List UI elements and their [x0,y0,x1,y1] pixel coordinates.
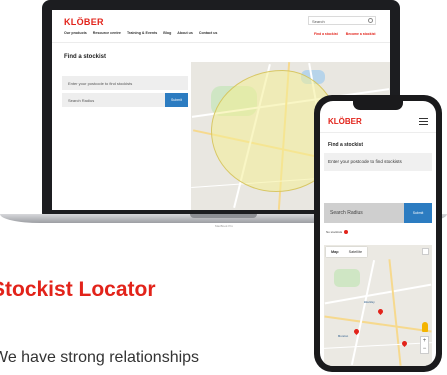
header-links: Find a stockist Become a stockist [314,32,376,36]
postcode-input[interactable]: Enter your postcode to find stockists [62,76,188,90]
phone-search-radius-select[interactable]: Search Radius [324,203,404,223]
map-type-toggle: Map Satellite [326,247,368,257]
phone-page-title: Find a stockist [328,142,364,148]
nav-item-blog[interactable]: Blog [163,31,171,35]
map-pin-icon [344,230,349,235]
map-place-label: Blockley [364,301,375,304]
become-stockist-link[interactable]: Become a stockist [346,32,376,36]
phone-postcode-input[interactable]: Enter your postcode to find stockists [324,153,432,171]
nav-item-resource-centre[interactable]: Resource centre [93,31,121,35]
nav-item-about[interactable]: About us [177,31,193,35]
section-body-text: We have strong relationships [0,349,200,366]
map-road [388,259,402,366]
phone-notch [353,101,403,110]
map-place-label: Moreton [338,335,349,338]
phone-map[interactable]: Blockley Moreton Map Satellite + − [324,245,432,366]
map-park [334,269,360,287]
main-nav: Our products Resource centre Training & … [64,31,217,35]
fullscreen-icon[interactable] [422,248,429,255]
search-icon[interactable] [368,18,373,23]
section-heading: Stockist Locator [0,278,156,301]
nav-item-training-events[interactable]: Training & Events [127,31,157,35]
page-title: Find a stockist [64,54,107,60]
satellite-tab[interactable]: Satellite [344,247,368,257]
site-header: KLÖBER Search Our products Resource cent… [52,10,390,43]
search-input[interactable]: Search [308,16,376,25]
find-stockist-link[interactable]: Find a stockist [314,32,338,36]
nav-item-contact[interactable]: Contact us [199,31,218,35]
search-input-value: Search [312,19,325,24]
zoom-out-button[interactable]: − [421,345,428,353]
hamburger-menu-icon[interactable] [419,118,428,125]
site-logo[interactable]: KLÖBER [64,17,104,27]
phone-submit-button[interactable]: Submit [404,203,432,223]
map-marker-icon[interactable] [400,339,409,348]
search-radius-select[interactable]: Search Radius [62,93,165,107]
phone-results-status: No stockists [326,230,349,235]
map-road [324,342,432,349]
laptop-model-label: MacBook Pro [214,224,233,228]
phone-results-label: No stockists [326,230,343,234]
map-tab[interactable]: Map [326,247,344,257]
phone-header: KLÖBER [320,111,436,133]
submit-button[interactable]: Submit [165,93,188,107]
zoom-control: + − [420,336,429,354]
map-marker-icon[interactable] [376,307,385,316]
nav-item-products[interactable]: Our products [64,31,87,35]
zoom-in-button[interactable]: + [421,337,428,345]
street-view-pegman-icon[interactable] [422,322,428,332]
laptop-notch [190,214,257,218]
phone-logo[interactable]: KLÖBER [328,117,362,126]
map-road [324,315,432,333]
phone-screen: KLÖBER Find a stockist Enter your postco… [320,101,436,366]
